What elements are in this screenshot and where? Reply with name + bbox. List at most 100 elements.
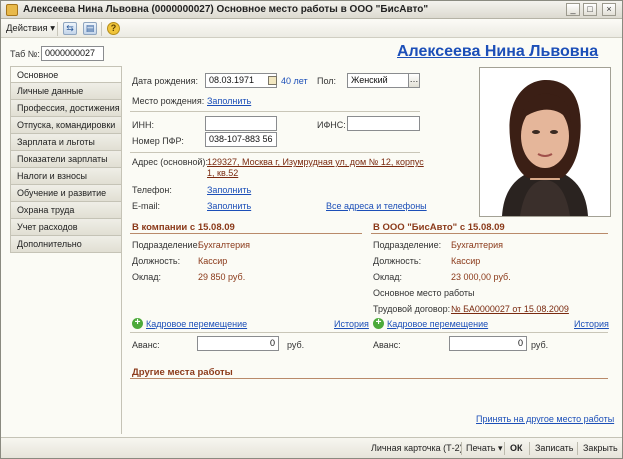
employee-full-name[interactable]: Алексеева Нина Львовна xyxy=(397,43,598,61)
ok-button[interactable]: ОК xyxy=(510,443,523,453)
bottom-separator xyxy=(577,442,578,455)
tabs-list: Основное Личные данные Профессия, достиж… xyxy=(10,66,122,253)
tab-additional[interactable]: Дополнительно xyxy=(10,236,122,253)
window-title: Алексеева Нина Львовна (0000000027) Осно… xyxy=(23,4,429,15)
address-line2-link[interactable]: 1, кв.52 xyxy=(207,168,238,178)
tab-vacations[interactable]: Отпуска, командировки xyxy=(10,117,122,134)
close-button[interactable]: Закрыть xyxy=(583,443,618,453)
org-department-label: Подразделение: xyxy=(373,240,442,250)
pfr-label: Номер ПФР: xyxy=(132,136,184,146)
company-salary-value: 29 850 руб. xyxy=(198,272,246,282)
address-label: Адрес (основной): xyxy=(132,157,209,167)
tab-training[interactable]: Обучение и развитие xyxy=(10,185,122,202)
org-work-type: Основное место работы xyxy=(373,288,475,298)
company-department-label: Подразделение: xyxy=(132,240,201,250)
other-jobs-rule xyxy=(130,378,608,379)
tab-expenses[interactable]: Учет расходов xyxy=(10,219,122,236)
org-section-title: В ООО "БисАвто" с 15.08.09 xyxy=(373,222,505,233)
ifns-input[interactable] xyxy=(347,116,420,131)
org-salary-value: 23 000,00 руб. xyxy=(451,272,511,282)
inn-input[interactable] xyxy=(205,116,277,131)
tab-main[interactable]: Основное xyxy=(10,66,122,83)
email-fill-link[interactable]: Заполнить xyxy=(207,201,251,211)
org-position-value: Кассир xyxy=(451,256,481,266)
company-history-link[interactable]: История xyxy=(334,319,369,329)
address-line1-link[interactable]: 129327, Москва г, Изумрудная ул, дом № 1… xyxy=(207,157,424,167)
save-button[interactable]: Записать xyxy=(535,443,573,453)
phone-label: Телефон: xyxy=(132,185,172,195)
company-position-value: Кассир xyxy=(198,256,228,266)
tab-no-input[interactable]: 0000000027 xyxy=(41,46,104,61)
company-section-title: В компании с 15.08.09 xyxy=(132,222,235,233)
minimize-button[interactable]: _ xyxy=(566,3,580,16)
tab-salary[interactable]: Зарплата и льготы xyxy=(10,134,122,151)
divider xyxy=(130,152,420,153)
maximize-button[interactable]: □ xyxy=(583,3,597,16)
print-button[interactable]: Печать ▾ xyxy=(466,443,503,454)
company-advance-unit: руб. xyxy=(287,340,305,350)
org-advance-input[interactable]: 0 xyxy=(449,336,527,351)
add-green-icon[interactable]: + xyxy=(373,318,384,329)
select-dots-icon[interactable]: … xyxy=(408,73,420,88)
bottom-separator xyxy=(461,442,462,455)
pfr-input[interactable]: 038-107-883 56 xyxy=(205,132,277,147)
company-department-value: Бухгалтерия xyxy=(198,240,250,250)
company-salary-label: Оклад: xyxy=(132,272,162,282)
email-label: E-mail: xyxy=(132,201,161,211)
phone-fill-link[interactable]: Заполнить xyxy=(207,185,251,195)
personal-card-button[interactable]: Личная карточка (Т-2) xyxy=(371,443,463,453)
photo-portrait xyxy=(480,68,610,216)
tab-profession[interactable]: Профессия, достижения xyxy=(10,100,122,117)
org-history-link[interactable]: История xyxy=(574,319,609,329)
org-position-label: Должность: xyxy=(373,256,422,266)
employee-card-window: Алексеева Нина Львовна (0000000027) Осно… xyxy=(0,0,623,459)
company-advance-label: Аванс: xyxy=(132,340,160,350)
birth-date-label: Дата рождения: xyxy=(132,76,198,86)
org-move-link[interactable]: Кадровое перемещение xyxy=(387,319,488,329)
title-bar: Алексеева Нина Львовна (0000000027) Осно… xyxy=(1,1,622,19)
bottom-separator xyxy=(529,442,530,455)
toolbar-separator xyxy=(101,22,102,36)
birth-place-label: Место рождения: xyxy=(132,96,205,106)
gender-label: Пол: xyxy=(317,76,337,86)
close-window-button[interactable]: × xyxy=(602,3,616,16)
nav-back-icon[interactable]: ⇆ xyxy=(63,22,77,35)
divider xyxy=(130,332,608,333)
accept-other-job-link[interactable]: Принять на другое место работы xyxy=(476,414,614,424)
org-section-rule xyxy=(371,233,608,234)
all-contacts-link[interactable]: Все адреса и телефоны xyxy=(326,201,427,211)
bottom-separator xyxy=(504,442,505,455)
birth-date-input[interactable]: 08.03.1971 xyxy=(205,73,277,88)
tab-taxes[interactable]: Налоги и взносы xyxy=(10,168,122,185)
bottom-command-bar: Личная карточка (Т-2) Печать ▾ ОК Записа… xyxy=(1,437,622,458)
company-advance-input[interactable]: 0 xyxy=(197,336,279,351)
org-department-value: Бухгалтерия xyxy=(451,240,503,250)
tab-personal[interactable]: Личные данные xyxy=(10,83,122,100)
org-advance-unit: руб. xyxy=(531,340,549,350)
inn-label: ИНН: xyxy=(132,120,154,130)
gender-select[interactable]: Женский xyxy=(347,73,409,88)
toolbar-separator xyxy=(57,22,58,36)
nav-forward-icon[interactable]: ▤ xyxy=(83,22,97,35)
calendar-icon[interactable] xyxy=(268,76,277,85)
company-move-link[interactable]: Кадровое перемещение xyxy=(146,319,247,329)
age-value: 40 лет xyxy=(281,76,308,86)
other-jobs-title: Другие места работы xyxy=(132,367,233,378)
tab-safety[interactable]: Охрана труда xyxy=(10,202,122,219)
birth-place-fill-link[interactable]: Заполнить xyxy=(207,96,251,106)
help-icon[interactable]: ? xyxy=(107,22,120,35)
divider xyxy=(130,111,420,112)
tab-no-label: Таб №: xyxy=(10,49,40,59)
company-section-rule xyxy=(130,233,362,234)
actions-menu-button[interactable]: Действия ▾ xyxy=(6,23,55,34)
add-green-icon[interactable]: + xyxy=(132,318,143,329)
org-contract-label: Трудовой договор: xyxy=(373,304,451,314)
app-icon xyxy=(6,4,18,16)
employee-photo[interactable] xyxy=(479,67,611,217)
company-position-label: Должность: xyxy=(132,256,181,266)
org-contract-link[interactable]: № БА0000027 от 15.08.2009 xyxy=(451,304,569,314)
org-advance-label: Аванс: xyxy=(373,340,401,350)
toolbar: Действия ▾ ⇆ ▤ ? xyxy=(1,20,622,38)
org-salary-label: Оклад: xyxy=(373,272,403,282)
tab-salary-indicators[interactable]: Показатели зарплаты xyxy=(10,151,122,168)
